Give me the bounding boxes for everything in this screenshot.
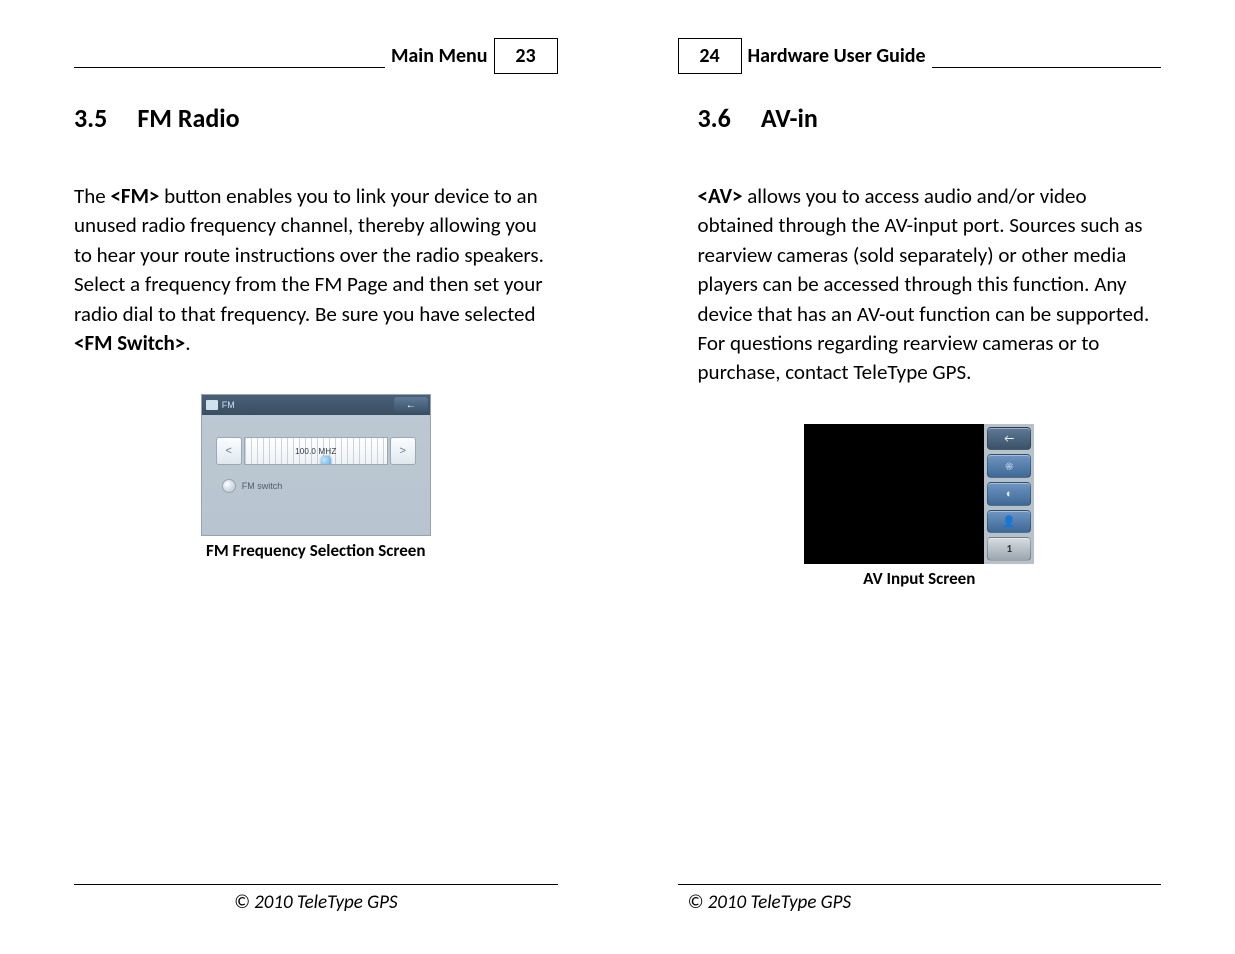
fm-slider-knob[interactable] xyxy=(321,456,331,465)
figure-caption-fm: FM Frequency Selection Screen xyxy=(206,540,425,561)
section-number: 3.5 xyxy=(74,102,107,134)
body-text-left: The <FM> button enables you to link your… xyxy=(74,182,554,358)
header-label: Hardware User Guide xyxy=(742,44,932,68)
body-pre: The xyxy=(74,183,110,209)
av-tag: <AV> xyxy=(698,183,743,209)
section-title: FM Radio xyxy=(137,102,239,134)
av-contrast-button[interactable]: ◐ xyxy=(987,482,1031,506)
fm-switch-row[interactable]: FM switch xyxy=(222,479,283,493)
footer-text: © 2010 TeleType GPS xyxy=(678,885,1162,914)
av-video-area xyxy=(804,424,984,564)
contrast-icon: ◐ xyxy=(1006,488,1013,499)
footer-left: © 2010 TeleType GPS xyxy=(74,884,558,914)
section-heading-right: 3.6 AV-in xyxy=(698,102,1162,134)
fm-tuner: < 100.0 MHZ > xyxy=(216,437,416,465)
header-label: Main Menu xyxy=(385,44,494,68)
fm-back-button[interactable]: ← xyxy=(394,397,428,413)
page-spread: Main Menu 23 3.5 FM Radio The <FM> butto… xyxy=(0,0,1235,954)
av-brightness-button[interactable]: ☀ xyxy=(987,454,1031,478)
header-rule xyxy=(74,45,385,68)
page-left: Main Menu 23 3.5 FM Radio The <FM> butto… xyxy=(0,0,618,954)
figure-av: ← ☀ ◐ 👤 1 AV Input Screen xyxy=(678,424,1162,589)
fm-switch-label: FM switch xyxy=(242,481,283,491)
fm-titlebar: FM ← xyxy=(202,395,430,415)
fm-screenshot: FM ← < 100.0 MHZ > FM switch xyxy=(201,394,431,536)
fm-tag: <FM> xyxy=(110,183,159,209)
footer-right: © 2010 TeleType GPS xyxy=(678,884,1162,914)
body-text-right: <AV> allows you to access audio and/or v… xyxy=(698,182,1162,388)
body-rest: allows you to access audio and/or video … xyxy=(698,183,1150,385)
camera-icon: 👤 xyxy=(1002,516,1016,527)
body-post: . xyxy=(185,330,190,356)
figure-fm: FM ← < 100.0 MHZ > FM switch xyxy=(74,394,558,561)
fm-prev-button[interactable]: < xyxy=(216,437,242,465)
fm-switch-radio[interactable] xyxy=(222,479,236,493)
radio-icon xyxy=(206,400,218,410)
page-right: 24 Hardware User Guide 3.6 AV-in <AV> al… xyxy=(618,0,1235,954)
section-number: 3.6 xyxy=(698,102,731,134)
header-rule xyxy=(932,45,1161,68)
channel-1-label: 1 xyxy=(1006,542,1012,555)
fm-frequency-scale[interactable]: 100.0 MHZ xyxy=(244,437,388,465)
av-sidebar: ← ☀ ◐ 👤 1 xyxy=(984,424,1034,564)
brightness-icon: ☀ xyxy=(1005,461,1013,472)
fm-next-button[interactable]: > xyxy=(390,437,416,465)
footer-text: © 2010 TeleType GPS xyxy=(74,885,558,914)
arrow-left-icon: ← xyxy=(406,400,416,411)
figure-caption-av: AV Input Screen xyxy=(863,568,975,589)
header-right: 24 Hardware User Guide xyxy=(678,36,1162,76)
av-screenshot: ← ☀ ◐ 👤 1 xyxy=(804,424,1034,564)
av-back-button[interactable]: ← xyxy=(987,427,1031,451)
fm-switch-tag: <FM Switch> xyxy=(74,330,185,356)
fm-title: FM xyxy=(222,400,235,410)
section-heading-left: 3.5 FM Radio xyxy=(74,102,558,134)
header-pageno: 23 xyxy=(494,38,558,74)
av-camera-button[interactable]: 👤 xyxy=(987,510,1031,534)
section-title: AV-in xyxy=(761,102,818,134)
header-left: Main Menu 23 xyxy=(74,36,558,76)
fm-frequency-value: 100.0 MHZ xyxy=(295,447,336,456)
arrow-left-icon: ← xyxy=(1004,433,1014,444)
av-channel-1-button[interactable]: 1 xyxy=(987,537,1031,561)
header-pageno: 24 xyxy=(678,38,742,74)
